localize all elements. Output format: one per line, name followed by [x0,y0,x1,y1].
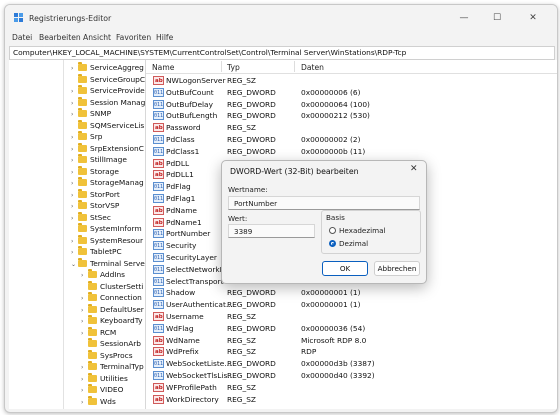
cancel-button[interactable]: Abbrechen [374,261,420,276]
dialog-close-button[interactable]: ✕ [410,164,418,174]
value-data-input[interactable]: 3389 [228,224,315,238]
value-data-text: 3389 [234,227,253,236]
hex-radio-label[interactable]: Hexadezimal [339,226,386,235]
edit-dword-dialog: DWORD-Wert (32-Bit) bearbeiten ✕ Wertnam… [221,160,427,284]
ok-button[interactable]: OK [322,261,368,276]
dialog-title: DWORD-Wert (32-Bit) bearbeiten [230,167,359,176]
value-name-field: PortNumber [228,196,420,210]
value-name-label: Wertname: [228,185,268,194]
modal-layer: DWORD-Wert (32-Bit) bearbeiten ✕ Wertnam… [0,0,560,415]
base-label: Basis [326,213,345,222]
value-data-label: Wert: [228,214,248,223]
dec-radio[interactable] [329,240,336,247]
value-name-text: PortNumber [234,199,278,208]
hex-radio[interactable] [329,227,336,234]
dec-radio-label[interactable]: Dezimal [339,239,368,248]
